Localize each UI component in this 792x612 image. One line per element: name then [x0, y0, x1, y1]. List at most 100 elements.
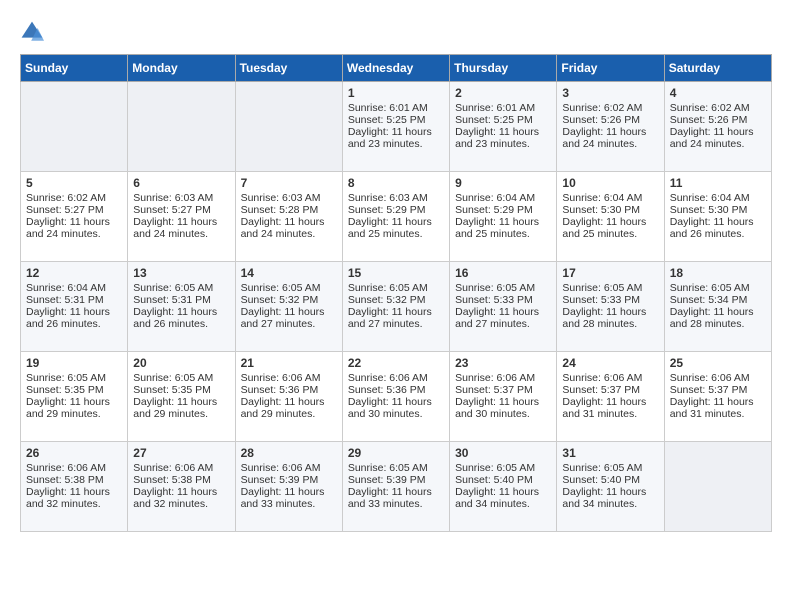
daylight-text: Daylight: 11 hours and 34 minutes. [562, 486, 658, 510]
sunrise-text: Sunrise: 6:06 AM [348, 372, 444, 384]
sunrise-text: Sunrise: 6:04 AM [670, 192, 766, 204]
daylight-text: Daylight: 11 hours and 27 minutes. [455, 306, 551, 330]
day-number: 8 [348, 176, 444, 190]
day-number: 9 [455, 176, 551, 190]
sunrise-text: Sunrise: 6:06 AM [455, 372, 551, 384]
calendar-cell: 23Sunrise: 6:06 AMSunset: 5:37 PMDayligh… [450, 352, 557, 442]
daylight-text: Daylight: 11 hours and 33 minutes. [241, 486, 337, 510]
day-number: 4 [670, 86, 766, 100]
sunset-text: Sunset: 5:37 PM [670, 384, 766, 396]
calendar-cell: 28Sunrise: 6:06 AMSunset: 5:39 PMDayligh… [235, 442, 342, 532]
daylight-text: Daylight: 11 hours and 26 minutes. [133, 306, 229, 330]
sunrise-text: Sunrise: 6:06 AM [133, 462, 229, 474]
sunrise-text: Sunrise: 6:06 AM [562, 372, 658, 384]
calendar-cell: 19Sunrise: 6:05 AMSunset: 5:35 PMDayligh… [21, 352, 128, 442]
sunset-text: Sunset: 5:30 PM [562, 204, 658, 216]
sunset-text: Sunset: 5:26 PM [670, 114, 766, 126]
calendar-header: SundayMondayTuesdayWednesdayThursdayFrid… [21, 55, 772, 82]
day-number: 26 [26, 446, 122, 460]
sunrise-text: Sunrise: 6:06 AM [241, 372, 337, 384]
sunset-text: Sunset: 5:33 PM [562, 294, 658, 306]
sunrise-text: Sunrise: 6:01 AM [348, 102, 444, 114]
sunrise-text: Sunrise: 6:04 AM [562, 192, 658, 204]
day-number: 25 [670, 356, 766, 370]
sunrise-text: Sunrise: 6:06 AM [26, 462, 122, 474]
calendar-cell: 1Sunrise: 6:01 AMSunset: 5:25 PMDaylight… [342, 82, 449, 172]
sunrise-text: Sunrise: 6:02 AM [26, 192, 122, 204]
sunset-text: Sunset: 5:27 PM [26, 204, 122, 216]
daylight-text: Daylight: 11 hours and 28 minutes. [670, 306, 766, 330]
sunrise-text: Sunrise: 6:02 AM [670, 102, 766, 114]
day-number: 20 [133, 356, 229, 370]
sunset-text: Sunset: 5:36 PM [348, 384, 444, 396]
day-number: 3 [562, 86, 658, 100]
daylight-text: Daylight: 11 hours and 29 minutes. [26, 396, 122, 420]
calendar-cell: 9 Sunrise: 6:04 AMSunset: 5:29 PMDaylight… [450, 172, 557, 262]
logo [20, 20, 48, 44]
sunset-text: Sunset: 5:31 PM [26, 294, 122, 306]
sunrise-text: Sunrise: 6:05 AM [133, 372, 229, 384]
calendar-cell [128, 82, 235, 172]
day-number: 6 [133, 176, 229, 190]
sunset-text: Sunset: 5:35 PM [26, 384, 122, 396]
calendar-cell: 7Sunrise: 6:03 AMSunset: 5:28 PMDaylight… [235, 172, 342, 262]
daylight-text: Daylight: 11 hours and 30 minutes. [455, 396, 551, 420]
sunrise-text: Sunrise: 6:05 AM [455, 282, 551, 294]
day-number: 23 [455, 356, 551, 370]
daylight-text: Daylight: 11 hours and 32 minutes. [26, 486, 122, 510]
daylight-text: Daylight: 11 hours and 26 minutes. [26, 306, 122, 330]
calendar-cell: 24Sunrise: 6:06 AMSunset: 5:37 PMDayligh… [557, 352, 664, 442]
weekday-header: Saturday [664, 55, 771, 82]
daylight-text: Daylight: 11 hours and 25 minutes. [348, 216, 444, 240]
sunset-text: Sunset: 5:37 PM [562, 384, 658, 396]
calendar-cell: 22Sunrise: 6:06 AMSunset: 5:36 PMDayligh… [342, 352, 449, 442]
sunrise-text: Sunrise: 6:04 AM [455, 192, 551, 204]
calendar-cell: 6Sunrise: 6:03 AMSunset: 5:27 PMDaylight… [128, 172, 235, 262]
calendar-cell: 30Sunrise: 6:05 AMSunset: 5:40 PMDayligh… [450, 442, 557, 532]
day-number: 17 [562, 266, 658, 280]
daylight-text: Daylight: 11 hours and 25 minutes. [562, 216, 658, 240]
logo-icon [20, 20, 44, 44]
calendar-cell: 8 Sunrise: 6:03 AMSunset: 5:29 PMDaylight… [342, 172, 449, 262]
sunset-text: Sunset: 5:36 PM [241, 384, 337, 396]
calendar-cell: 2Sunrise: 6:01 AMSunset: 5:25 PMDaylight… [450, 82, 557, 172]
sunset-text: Sunset: 5:38 PM [133, 474, 229, 486]
day-number: 10 [562, 176, 658, 190]
calendar-body: 1Sunrise: 6:01 AMSunset: 5:25 PMDaylight… [21, 82, 772, 532]
calendar-cell: 14Sunrise: 6:05 AMSunset: 5:32 PMDayligh… [235, 262, 342, 352]
weekday-header: Friday [557, 55, 664, 82]
sunrise-text: Sunrise: 6:03 AM [241, 192, 337, 204]
sunrise-text: Sunrise: 6:05 AM [348, 282, 444, 294]
sunrise-text: Sunrise: 6:05 AM [133, 282, 229, 294]
daylight-text: Daylight: 11 hours and 25 minutes. [455, 216, 551, 240]
sunset-text: Sunset: 5:40 PM [455, 474, 551, 486]
daylight-text: Daylight: 11 hours and 29 minutes. [241, 396, 337, 420]
sunset-text: Sunset: 5:39 PM [348, 474, 444, 486]
sunset-text: Sunset: 5:28 PM [241, 204, 337, 216]
sunset-text: Sunset: 5:25 PM [455, 114, 551, 126]
page-header [20, 20, 772, 44]
daylight-text: Daylight: 11 hours and 27 minutes. [241, 306, 337, 330]
day-number: 7 [241, 176, 337, 190]
day-number: 18 [670, 266, 766, 280]
calendar-cell: 13Sunrise: 6:05 AMSunset: 5:31 PMDayligh… [128, 262, 235, 352]
sunset-text: Sunset: 5:29 PM [348, 204, 444, 216]
calendar-cell: 17Sunrise: 6:05 AMSunset: 5:33 PMDayligh… [557, 262, 664, 352]
day-number: 21 [241, 356, 337, 370]
daylight-text: Daylight: 11 hours and 24 minutes. [562, 126, 658, 150]
calendar-cell: 11Sunrise: 6:04 AMSunset: 5:30 PMDayligh… [664, 172, 771, 262]
sunrise-text: Sunrise: 6:03 AM [348, 192, 444, 204]
weekday-header: Sunday [21, 55, 128, 82]
sunrise-text: Sunrise: 6:05 AM [455, 462, 551, 474]
daylight-text: Daylight: 11 hours and 23 minutes. [455, 126, 551, 150]
calendar-cell: 29Sunrise: 6:05 AMSunset: 5:39 PMDayligh… [342, 442, 449, 532]
calendar-cell: 5 Sunrise: 6:02 AMSunset: 5:27 PMDaylight… [21, 172, 128, 262]
sunset-text: Sunset: 5:29 PM [455, 204, 551, 216]
day-number: 5 [26, 176, 122, 190]
calendar-cell: 20Sunrise: 6:05 AMSunset: 5:35 PMDayligh… [128, 352, 235, 442]
calendar-cell: 27Sunrise: 6:06 AMSunset: 5:38 PMDayligh… [128, 442, 235, 532]
day-number: 1 [348, 86, 444, 100]
day-number: 16 [455, 266, 551, 280]
calendar-cell: 21 Sunrise: 6:06 AMSunset: 5:36 PMDayligh… [235, 352, 342, 442]
daylight-text: Daylight: 11 hours and 24 minutes. [26, 216, 122, 240]
